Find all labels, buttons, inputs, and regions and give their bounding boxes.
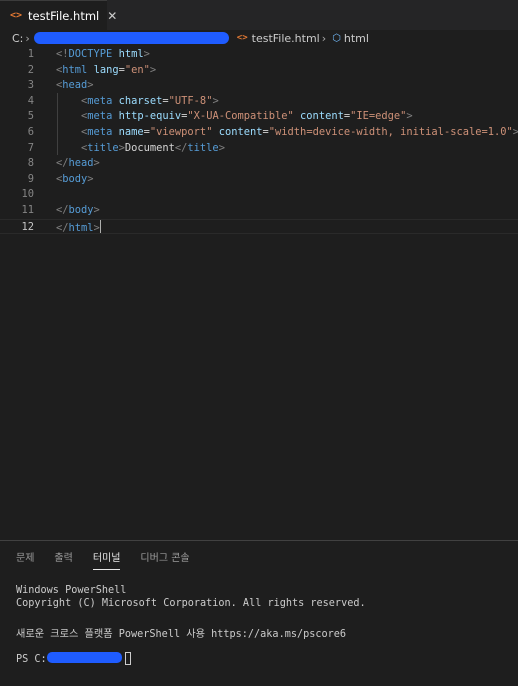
terminal-line: Windows PowerShell [16,585,127,596]
line-number: 5 [27,110,34,123]
line-number: 12 [21,220,34,233]
terminal-line: 새로운 크로스 플랫폼 PowerShell 사용 https://aka.ms… [16,629,347,640]
redacted-path [33,32,229,44]
prompt-text: PS C: [16,654,47,665]
redacted-path [46,652,122,663]
tab-output[interactable]: 출력 [54,549,72,564]
text-cursor [99,219,101,233]
code-text: <meta charset="UTF-8"> [81,94,219,107]
code-text: <html lang="en"> [56,63,157,76]
code-line[interactable]: 1 <!DOCTYPE html> [0,47,518,63]
line-number: 9 [27,172,34,185]
line-number: 6 [27,126,34,138]
breadcrumb-file[interactable]: testFile.html [252,32,320,45]
line-number: 1 [27,48,34,60]
code-editor[interactable]: 1 <!DOCTYPE html> 2 <html lang="en"> 3 <head>… [0,46,518,540]
chevron-right-icon: › [321,31,327,45]
code-line[interactable]: 11 </body> [0,203,518,219]
code-text: </html> [56,219,101,234]
close-icon[interactable]: ✕ [107,9,117,23]
tab-debug-console[interactable]: 디버그 콘솔 [140,549,189,564]
line-number: 7 [27,141,34,154]
terminal-prompt[interactable]: PS C: [16,652,131,665]
line-number: 4 [27,94,34,107]
code-text: <!DOCTYPE html> [56,48,150,60]
terminal-line: Copyright (C) Microsoft Corporation. All… [16,598,366,609]
code-text: <meta http-equiv="X-UA-Compatible" conte… [81,110,413,123]
code-text: <body> [56,172,94,185]
chevron-right-icon: › [25,31,30,45]
line-number: 3 [27,79,34,92]
code-line[interactable]: 5 <meta http-equiv="X-UA-Compatible" con… [0,109,518,125]
code-text: <title>Document</title> [81,141,225,154]
panel-tabs: 문제 출력 터미널 디버그 콘솔 [0,541,518,571]
code-line[interactable]: 6 <meta name="viewport" content="width=d… [0,125,518,141]
line-number: 10 [21,188,34,201]
code-line[interactable]: 8 </head> [0,156,518,172]
code-line[interactable]: 9 <body> [0,172,518,188]
tab-label: testFile.html [28,8,100,23]
code-line[interactable]: 2 <html lang="en"> [0,63,518,79]
breadcrumb-drive[interactable]: C: [12,32,23,45]
tab-testfile-html[interactable]: <> testFile.html ✕ [0,0,117,30]
code-text: </head> [56,157,100,170]
tab-terminal[interactable]: 터미널 [92,549,120,570]
code-line[interactable]: 7 <title>Document</title> [0,141,518,157]
code-line[interactable]: 12 </html> [0,218,518,235]
bottom-panel: 문제 출력 터미널 디버그 콘솔 Windows PowerShell Copy… [0,540,518,686]
code-line[interactable]: 3 <head> [0,78,518,94]
code-text: <meta name="viewport" content="width=dev… [81,126,518,138]
breadcrumb: C: › <> testFile.html › ⬡ html [0,30,518,46]
terminal-cursor [124,652,131,665]
editor-tab-bar: <> testFile.html ✕ [0,0,518,30]
code-text: </body> [56,204,100,216]
cube-icon: ⬡ [332,32,341,44]
line-number: 8 [27,157,34,170]
code-line[interactable]: 4 <meta charset="UTF-8"> [0,94,518,110]
code-text: <head> [56,79,94,92]
line-number: 11 [21,204,34,216]
breadcrumb-symbol[interactable]: html [344,32,369,45]
tab-problems[interactable]: 문제 [16,549,34,564]
code-line[interactable]: 10 [0,187,518,203]
html-file-icon: <> [236,33,248,43]
html-file-icon: <> [10,10,23,21]
line-number: 2 [27,63,34,76]
